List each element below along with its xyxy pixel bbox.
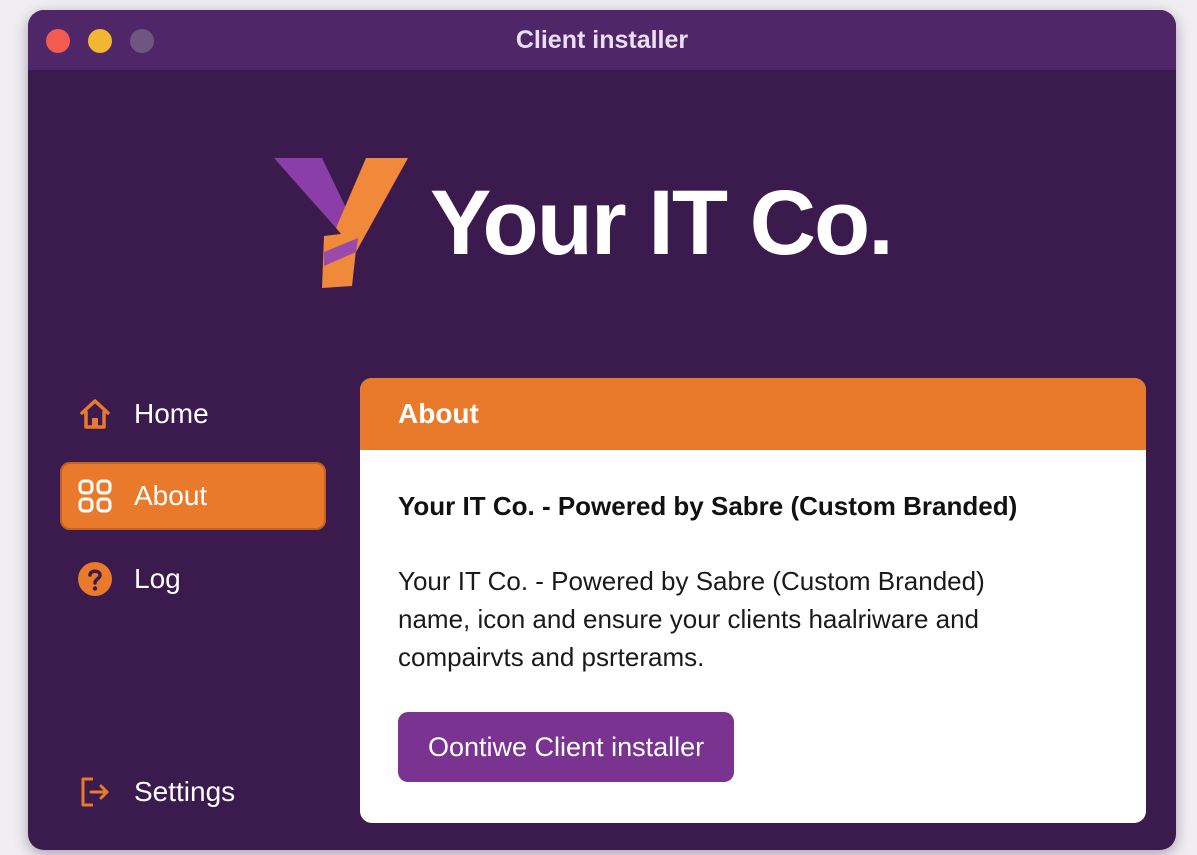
about-panel: About Your IT Co. - Powered by Sabre (Cu…	[360, 378, 1146, 823]
home-icon	[76, 395, 114, 433]
panel-header: About	[360, 378, 1146, 450]
description-line: compairvts and psrterams.	[398, 642, 705, 672]
continue-installer-button[interactable]: Oontiwe Client installer	[398, 712, 735, 782]
sidebar-item-label: Settings	[134, 776, 236, 807]
installer-window: Client installer Your IT Co. Home About …	[28, 10, 1176, 850]
exit-icon	[76, 773, 114, 811]
description-line: Your IT Co. - Powered by Sabre (Custom B…	[398, 566, 985, 596]
brand-y-logo-icon	[274, 158, 408, 288]
sidebar-item-label: About	[134, 480, 208, 511]
sidebar-item-settings[interactable]: Settings	[60, 758, 326, 826]
window-title: Client installer	[515, 26, 689, 54]
help-circle-icon	[76, 560, 114, 598]
sidebar-item-home[interactable]: Home	[60, 380, 326, 448]
sidebar-item-log[interactable]: Log	[60, 545, 326, 613]
brand-name: Your IT Co.	[430, 172, 894, 274]
title-bar: Client installer	[28, 10, 1176, 70]
sidebar-item-label: Home	[134, 398, 209, 429]
sidebar-item-about[interactable]: About	[60, 462, 326, 530]
panel-heading: Your IT Co. - Powered by Sabre (Custom B…	[398, 491, 1018, 521]
sidebar-item-label: Log	[134, 563, 181, 594]
panel-description: Your IT Co. - Powered by Sabre (Custom B…	[398, 562, 1108, 676]
brand-header: Your IT Co.	[274, 148, 894, 298]
description-line: name, icon and ensure your clients haalr…	[398, 604, 980, 634]
grid-icon	[76, 477, 114, 515]
